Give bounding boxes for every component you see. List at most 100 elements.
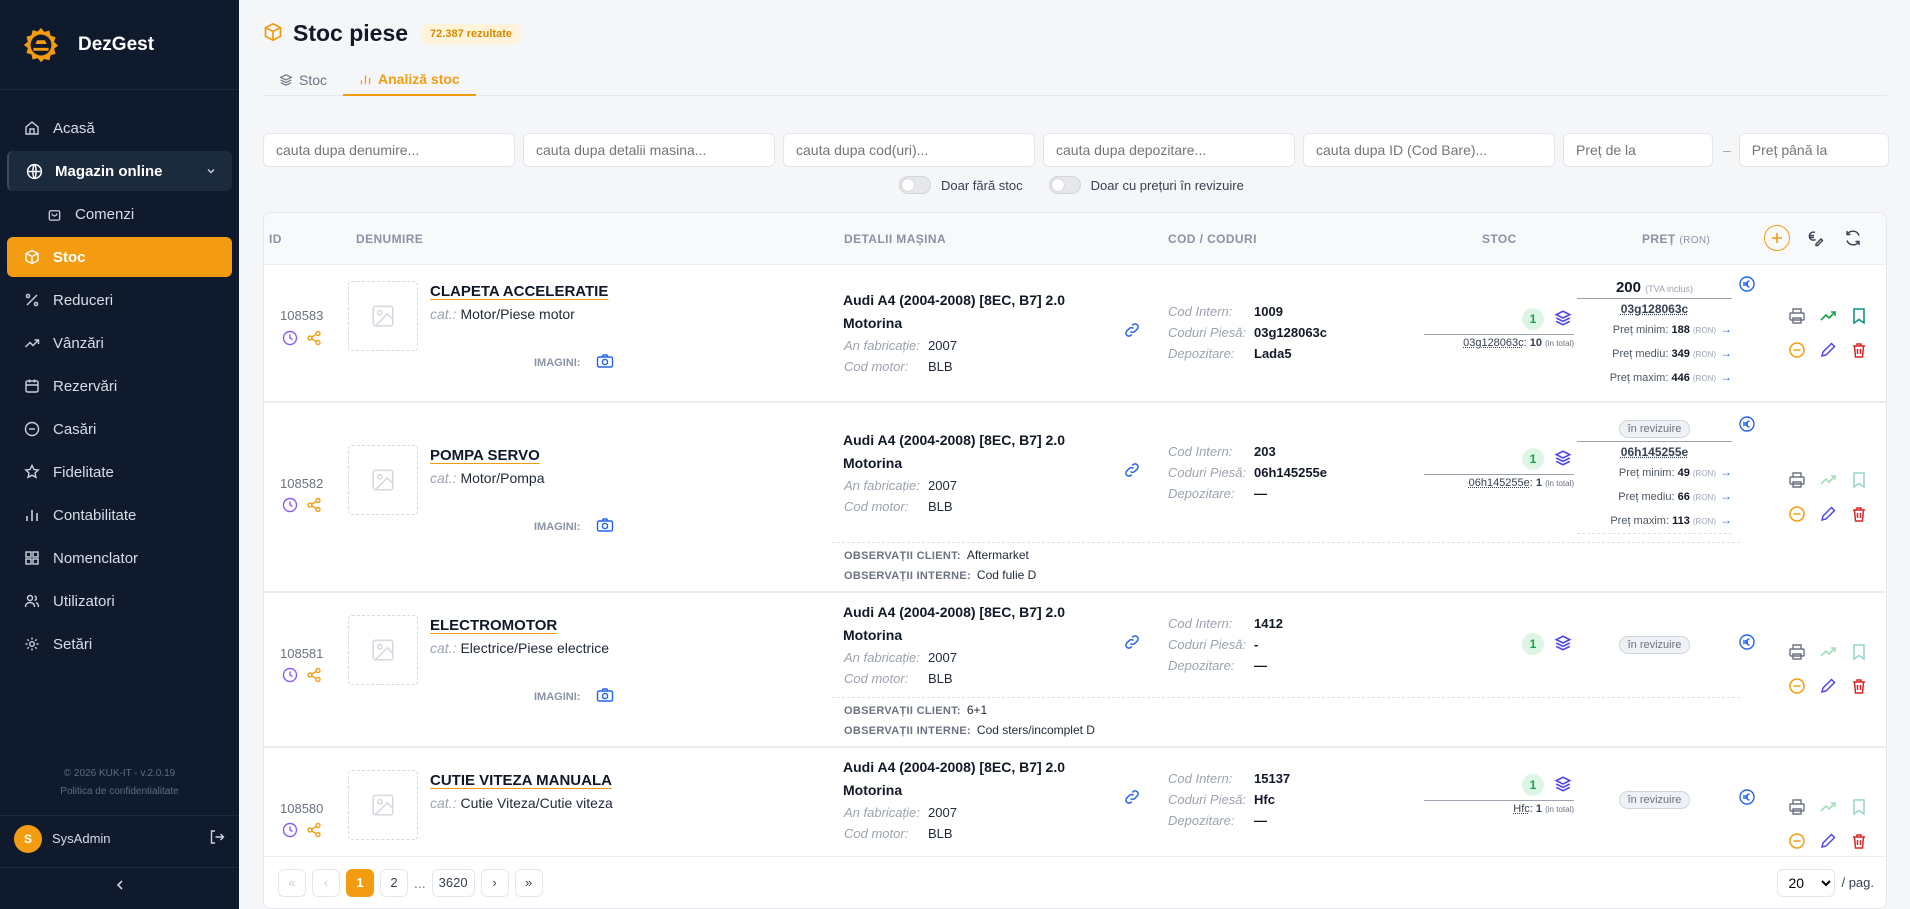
search-name-input[interactable]	[263, 133, 515, 167]
trend-up-icon[interactable]	[1819, 798, 1837, 819]
euro-icon[interactable]	[1738, 633, 1756, 654]
sidebar-item-vanzari[interactable]: Vânzări	[7, 323, 232, 363]
layers-icon[interactable]	[1554, 634, 1572, 655]
link-icon[interactable]	[1123, 461, 1141, 482]
trash-icon[interactable]	[1850, 341, 1868, 362]
page-button-1[interactable]: 1	[346, 868, 374, 897]
add-part-button[interactable]	[1764, 225, 1790, 251]
bookmark-icon[interactable]	[1850, 643, 1868, 664]
price-avg-line[interactable]: Preț mediu: 66 (RON) →	[1577, 485, 1732, 509]
product-name-link[interactable]: ELECTROMOTOR	[430, 617, 557, 634]
clock-icon[interactable]	[282, 822, 298, 841]
trash-icon[interactable]	[1850, 677, 1868, 698]
price-from-input[interactable]	[1563, 133, 1713, 167]
minus-circle-icon[interactable]	[1788, 832, 1806, 853]
per-page-select[interactable]: 20	[1777, 868, 1836, 897]
first-page-button[interactable]: «	[278, 868, 306, 897]
edit-icon[interactable]	[1819, 341, 1837, 362]
price-code[interactable]: 06h145255e	[1577, 445, 1732, 459]
tab-analiza-stoc[interactable]: Analiză stoc	[343, 64, 476, 96]
euro-icon[interactable]	[1738, 788, 1756, 809]
print-icon[interactable]	[1788, 471, 1806, 492]
sidebar-item-rezervari[interactable]: Rezervări	[7, 366, 232, 406]
product-thumbnail[interactable]	[348, 445, 418, 515]
sidebar-item-fidelitate[interactable]: Fidelitate	[7, 452, 232, 492]
link-icon[interactable]	[1123, 788, 1141, 809]
price-code[interactable]: 03g128063c	[1577, 302, 1732, 316]
minus-circle-icon[interactable]	[1788, 677, 1806, 698]
product-thumbnail[interactable]	[348, 770, 418, 840]
col-name[interactable]: DENUMIRE	[356, 232, 423, 246]
sidebar-item-comenzi[interactable]: Comenzi	[7, 194, 232, 234]
print-icon[interactable]	[1788, 307, 1806, 328]
sidebar-item-magazin-online[interactable]: Magazin online	[7, 151, 232, 191]
last-page-button[interactable]: »	[514, 868, 543, 897]
search-storage-input[interactable]	[1043, 133, 1295, 167]
logout-icon[interactable]	[209, 829, 225, 848]
euro-icon[interactable]	[1738, 275, 1756, 296]
prev-page-button[interactable]: ‹	[312, 868, 340, 897]
price-to-input[interactable]	[1738, 133, 1889, 167]
camera-icon[interactable]	[596, 687, 614, 706]
collapse-sidebar-button[interactable]	[0, 867, 239, 903]
bookmark-icon[interactable]	[1850, 471, 1868, 492]
avatar[interactable]: S	[14, 824, 42, 853]
trash-icon[interactable]	[1850, 505, 1868, 526]
search-barcode-input[interactable]	[1303, 133, 1555, 167]
layers-icon[interactable]	[1554, 449, 1572, 470]
tab-stoc[interactable]: Stoc	[263, 64, 343, 96]
camera-icon[interactable]	[596, 517, 614, 536]
sidebar-item-utilizatori[interactable]: Utilizatori	[7, 581, 232, 621]
edit-icon[interactable]	[1819, 832, 1837, 853]
next-page-button[interactable]: ›	[480, 868, 509, 897]
product-name-link[interactable]: CLAPETA ACCELERATIE	[430, 283, 608, 300]
page-button-2[interactable]: 2	[380, 868, 408, 897]
privacy-link[interactable]: Politica de confidentialitate	[0, 783, 239, 801]
search-codes-input[interactable]	[783, 133, 1035, 167]
sidebar-item-reduceri[interactable]: Reduceri	[7, 280, 232, 320]
price-min-line[interactable]: Preț minim: 49 (RON) →	[1577, 461, 1732, 485]
camera-icon[interactable]	[596, 353, 614, 372]
price-min-line[interactable]: Preț minim: 188 (RON) →	[1577, 318, 1732, 342]
product-name-link[interactable]: POMPA SERVO	[430, 447, 540, 464]
table-row[interactable]: 108581 ELECTROMOTOR cat.: Electrice/Piese…	[264, 593, 1886, 748]
edit-icon[interactable]	[1819, 677, 1837, 698]
euro-icon[interactable]	[1738, 415, 1756, 436]
minus-circle-icon[interactable]	[1788, 505, 1806, 526]
share-icon[interactable]	[306, 822, 322, 841]
product-thumbnail[interactable]	[348, 281, 418, 351]
review-prices-toggle[interactable]	[1048, 176, 1081, 194]
edit-icon[interactable]	[1819, 505, 1837, 526]
search-car-input[interactable]	[523, 133, 775, 167]
share-icon[interactable]	[306, 330, 322, 349]
share-icon[interactable]	[306, 497, 322, 516]
print-icon[interactable]	[1788, 798, 1806, 819]
table-row[interactable]: 108582 POMPA SERVO cat.: Motor/Pompa IMAG…	[264, 403, 1886, 593]
clock-icon[interactable]	[282, 497, 298, 516]
link-icon[interactable]	[1123, 633, 1141, 654]
trash-icon[interactable]	[1850, 832, 1868, 853]
bookmark-icon[interactable]	[1850, 798, 1868, 819]
no-stock-toggle[interactable]	[899, 176, 931, 194]
price-avg-line[interactable]: Preț mediu: 349 (RON) →	[1577, 342, 1732, 366]
product-thumbnail[interactable]	[348, 615, 418, 685]
table-row[interactable]: 108583 CLAPETA ACCELERATIE cat.: Motor/Pi…	[264, 265, 1886, 403]
price-max-line[interactable]: Preț maxim: 446 (RON) →	[1577, 366, 1732, 390]
table-row[interactable]: 108580 CUTIE VITEZA MANUALA cat.: Cutie V…	[264, 748, 1886, 858]
sidebar-item-acasa[interactable]: Acasă	[7, 108, 232, 148]
edit-currency-button[interactable]	[1802, 225, 1828, 251]
link-icon[interactable]	[1123, 321, 1141, 342]
price-max-line[interactable]: Preț maxim: 113 (RON) →	[1577, 509, 1732, 534]
clock-icon[interactable]	[282, 330, 298, 349]
sidebar-item-casari[interactable]: Casări	[7, 409, 232, 449]
trend-up-icon[interactable]	[1819, 643, 1837, 664]
product-name-link[interactable]: CUTIE VITEZA MANUALA	[430, 772, 612, 789]
minus-circle-icon[interactable]	[1788, 341, 1806, 362]
page-button-last[interactable]: 3620	[431, 868, 475, 897]
layers-icon[interactable]	[1554, 309, 1572, 330]
sidebar-item-nomenclator[interactable]: Nomenclator	[7, 538, 232, 578]
print-icon[interactable]	[1788, 643, 1806, 664]
col-price[interactable]: PREȚ (RON)	[1642, 232, 1710, 246]
clock-icon[interactable]	[282, 667, 298, 686]
col-stock[interactable]: STOC	[1482, 232, 1517, 246]
